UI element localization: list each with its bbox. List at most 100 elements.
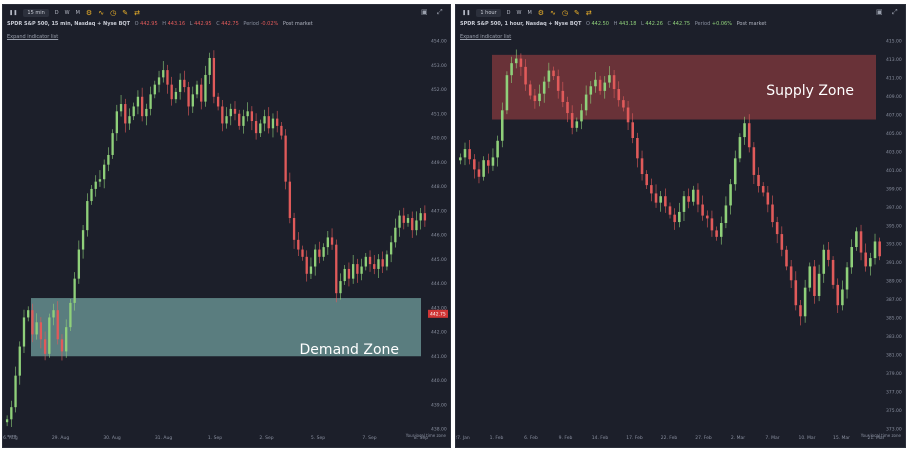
candle-body	[216, 96, 220, 107]
candle-body	[785, 249, 788, 267]
candle-body	[103, 164, 106, 180]
candle-body	[10, 407, 13, 420]
candle-body	[35, 322, 38, 335]
timezone-label[interactable]: Your local time zone	[406, 433, 446, 438]
candle-body	[650, 185, 653, 194]
y-tick-label: 381.00	[886, 353, 902, 359]
candle-body	[817, 273, 821, 296]
candle-body	[687, 196, 690, 202]
candle-body	[561, 90, 565, 102]
candle-body	[743, 123, 746, 138]
candle-body	[822, 249, 826, 274]
y-tick-label: 407.00	[886, 112, 902, 118]
y-tick-label: 445.00	[431, 257, 447, 263]
candle-body	[594, 79, 597, 87]
candle-body	[552, 70, 555, 77]
x-tick-label: 7. Mar	[765, 435, 779, 441]
candle-body	[622, 100, 625, 108]
candle-body	[831, 259, 835, 285]
candle-body	[402, 215, 405, 223]
candle-body	[710, 218, 714, 231]
candle-body	[170, 84, 173, 100]
candle-body	[250, 111, 254, 122]
candle-body	[351, 264, 355, 279]
candle-body	[157, 77, 161, 85]
candle-body	[373, 264, 376, 269]
candle-body	[533, 95, 537, 102]
candle-body	[542, 81, 546, 94]
candle-body	[98, 179, 102, 182]
candle-body	[225, 116, 228, 124]
x-tick-label: 2. Mar	[731, 435, 745, 441]
candle-body	[81, 230, 85, 250]
candle-body	[162, 70, 165, 78]
y-tick-label: 379.00	[886, 371, 902, 377]
candle-body	[288, 181, 292, 219]
candle-body	[519, 58, 523, 67]
candle-body	[111, 133, 114, 155]
candle-body	[789, 266, 793, 281]
x-tick-label: 31. Aug	[155, 435, 173, 441]
candle-body	[86, 201, 89, 231]
candle-body	[636, 138, 639, 159]
candle-body	[724, 205, 728, 223]
candle-body	[221, 106, 224, 124]
candle-body	[280, 125, 283, 136]
candle-body	[229, 108, 232, 117]
candle-body	[149, 94, 152, 109]
candle-body	[580, 110, 583, 122]
candle-body	[547, 70, 551, 82]
candle-body	[145, 108, 148, 117]
y-tick-label: 453.00	[431, 63, 447, 69]
candle-body	[191, 94, 194, 107]
candle-body	[668, 206, 672, 215]
candle-body	[423, 213, 427, 221]
candlestick-chart-right[interactable]: 415.00 413.00 411.00 409.00 407.00 405.00 403.…	[456, 5, 906, 448]
candle-body	[73, 278, 76, 303]
candle-body	[238, 113, 241, 126]
candle-body	[339, 281, 342, 294]
y-tick-label: 397.00	[886, 205, 902, 211]
candle-body	[90, 188, 93, 202]
candlestick-chart-left[interactable]: 454.00 453.00 452.00 451.00 450.00 449.00 448.…	[3, 5, 451, 448]
candle-body	[803, 287, 807, 317]
candle-body	[233, 108, 237, 114]
x-tick-label: 9. Feb	[559, 435, 573, 441]
candle-body	[813, 266, 816, 296]
candle-body	[575, 121, 579, 128]
candle-body	[631, 122, 635, 138]
y-tick-label: 439.00	[431, 402, 447, 408]
candle-body	[524, 66, 527, 85]
candle-body	[187, 87, 190, 107]
candle-body	[794, 280, 798, 306]
candle-body	[259, 123, 262, 134]
candle-body	[292, 218, 296, 240]
candle-body	[318, 249, 321, 257]
candle-body	[505, 75, 509, 111]
candle-body	[200, 84, 203, 102]
candle-body	[864, 252, 867, 267]
y-tick-label: 411.00	[886, 75, 902, 81]
candle-body	[398, 215, 401, 228]
candle-body	[589, 86, 593, 95]
candle-body	[140, 96, 144, 117]
candle-body	[56, 310, 59, 340]
timezone-label[interactable]: Your local time zone	[861, 433, 901, 438]
chart-panel-right: ❚❚ 1 hour D W M ⚙ ∿ ◷ ✎ ⇄ ▣ ⤢ SPDR S&P 5…	[455, 4, 906, 448]
candle-body	[468, 149, 471, 160]
x-tick-label: 10. Mar	[798, 435, 815, 441]
y-tick-label: 438.00	[431, 427, 447, 433]
candle-body	[107, 154, 110, 165]
candle-body	[132, 106, 135, 117]
candle-body	[48, 317, 51, 354]
candle-body	[715, 230, 718, 237]
candle-body	[659, 196, 662, 203]
y-tick-label: 403.00	[886, 149, 902, 155]
y-tick-label: 377.00	[886, 390, 902, 396]
candle-body	[52, 310, 55, 318]
x-tick-label: 29. Aug	[52, 435, 70, 441]
candle-body	[570, 113, 574, 128]
candle-body	[459, 157, 462, 161]
candle-body	[204, 74, 207, 102]
candle-body	[174, 91, 178, 100]
